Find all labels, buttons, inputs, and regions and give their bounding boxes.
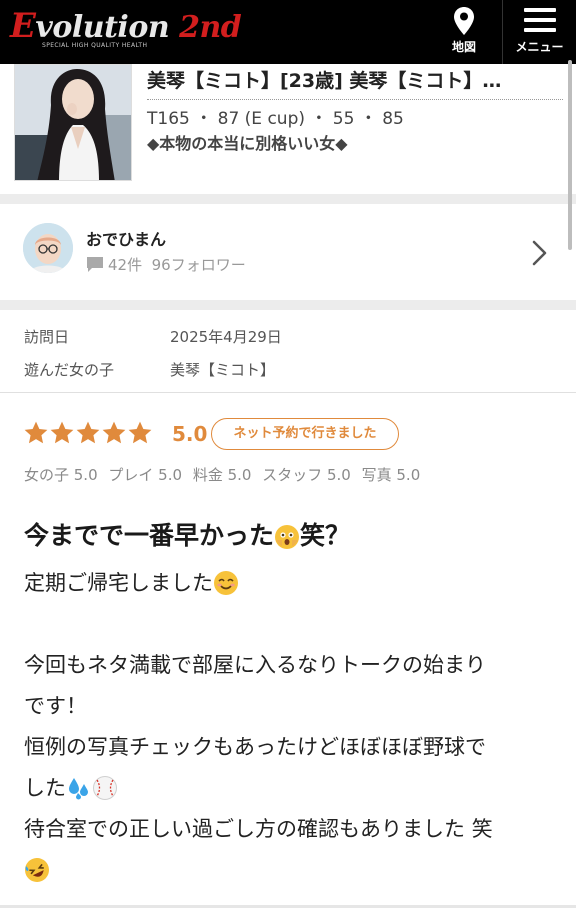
review-line-text: 定期ご帰宅しました (24, 571, 213, 595)
review-title-text-a: 今までで一番早かった (24, 521, 275, 550)
review-title-text-b: 笑？ (300, 521, 351, 550)
star-icon (128, 421, 152, 444)
avatar[interactable] (23, 223, 73, 273)
review-line: です！ (24, 694, 87, 718)
menu-label: メニュー (515, 40, 564, 54)
reviewer-avatar-icon (23, 223, 73, 273)
review-line: 定期ご帰宅しました (24, 563, 556, 604)
sub-score-price: 料金 5.0 (192, 466, 252, 484)
sweat-droplets-emoji-icon (69, 778, 88, 800)
review-line-text: した (24, 776, 66, 800)
overall-score: 5.0 (172, 422, 208, 446)
star-icon (102, 421, 126, 444)
smiling-emoji-icon (214, 571, 238, 595)
review-title: 今までで一番早かった 笑？ (24, 516, 350, 552)
sub-scores: 女の子 5.0 プレイ 5.0 料金 5.0 スタッフ 5.0 写真 5.0 (24, 464, 426, 485)
site-header: Evolution 2nd SPECIAL HIGH QUALITY HEALT… (0, 0, 576, 64)
review-body: 定期ご帰宅しました 今回もネタ満載で部屋に入るなりトークの始まり です！ 恒例の… (24, 563, 556, 891)
logo-suffix: 2nd (179, 10, 242, 45)
review-line: 待合室での正しい過ごし方の確認もありました 笑 (24, 817, 493, 841)
menu-button[interactable]: メニュー (502, 0, 576, 64)
scrollbar[interactable] (568, 60, 572, 250)
reviewer-name[interactable]: おでひまん (86, 226, 166, 250)
sub-score-play: プレイ 5.0 (108, 466, 183, 484)
visit-info: 訪問日 2025年4月29日 遊んだ女の子 美琴【ミコト】 (0, 312, 576, 392)
net-reservation-badge: ネット予約で行きました (211, 418, 399, 450)
reviewer-follower-count: 96フォロワー (151, 256, 246, 274)
review-line: 恒例の写真チェックもあったけどほぼほぼ野球で (24, 735, 486, 759)
section-separator (0, 194, 576, 204)
sub-score-staff: スタッフ 5.0 (262, 466, 351, 484)
star-icon (50, 421, 74, 444)
sub-score-photo: 写真 5.0 (361, 466, 421, 484)
section-separator (0, 300, 576, 310)
reviewer-card[interactable]: おでひまん 42件 96フォロワー (0, 206, 576, 300)
comment-icon (87, 257, 103, 272)
girl-label: 遊んだ女の子 (24, 361, 115, 379)
hamburger-menu-icon (523, 8, 556, 32)
logo-main-rest: volution (35, 10, 170, 45)
cast-portrait-image (15, 65, 131, 180)
girl-value[interactable]: 美琴【ミコト】 (170, 359, 275, 380)
cast-catchphrase: ◆本物の本当に別格いい女◆ (147, 134, 348, 153)
review-line (24, 850, 556, 891)
review-line: 今回もネタ満載で部屋に入るなりトークの始まり (24, 653, 486, 677)
logo-text: Evolution 2nd (10, 6, 242, 46)
flushed-emoji-icon (275, 525, 300, 549)
sub-score-girl: 女の子 5.0 (24, 466, 98, 484)
map-button[interactable]: 地図 (432, 0, 496, 64)
baseball-emoji-icon (93, 776, 117, 800)
rofl-emoji-icon (25, 858, 49, 882)
cast-name-title[interactable]: 美琴【ミコト】[23歳] 美琴【ミコト】… (147, 66, 563, 100)
divider (0, 392, 576, 393)
visit-date-value: 2025年4月29日 (170, 328, 282, 346)
star-icon (76, 421, 100, 444)
star-icon (24, 421, 48, 444)
cast-summary[interactable]: 美琴【ミコト】[23歳] 美琴【ミコト】… T165 ・ 87 (E cup) … (0, 64, 576, 194)
reviewer-stats: 42件 96フォロワー (86, 254, 246, 275)
visit-date-label: 訪問日 (24, 328, 70, 346)
map-label: 地図 (451, 40, 476, 54)
reviewer-post-count: 42件 (108, 256, 143, 274)
cast-measurements: T165 ・ 87 (E cup) ・ 55 ・ 85 (147, 109, 404, 129)
map-pin-icon (454, 7, 474, 35)
logo-tagline: SPECIAL HIGH QUALITY HEALTH (42, 42, 148, 49)
chevron-right-icon[interactable] (532, 240, 548, 266)
cast-photo[interactable] (14, 64, 132, 181)
review-line: した (24, 768, 556, 809)
